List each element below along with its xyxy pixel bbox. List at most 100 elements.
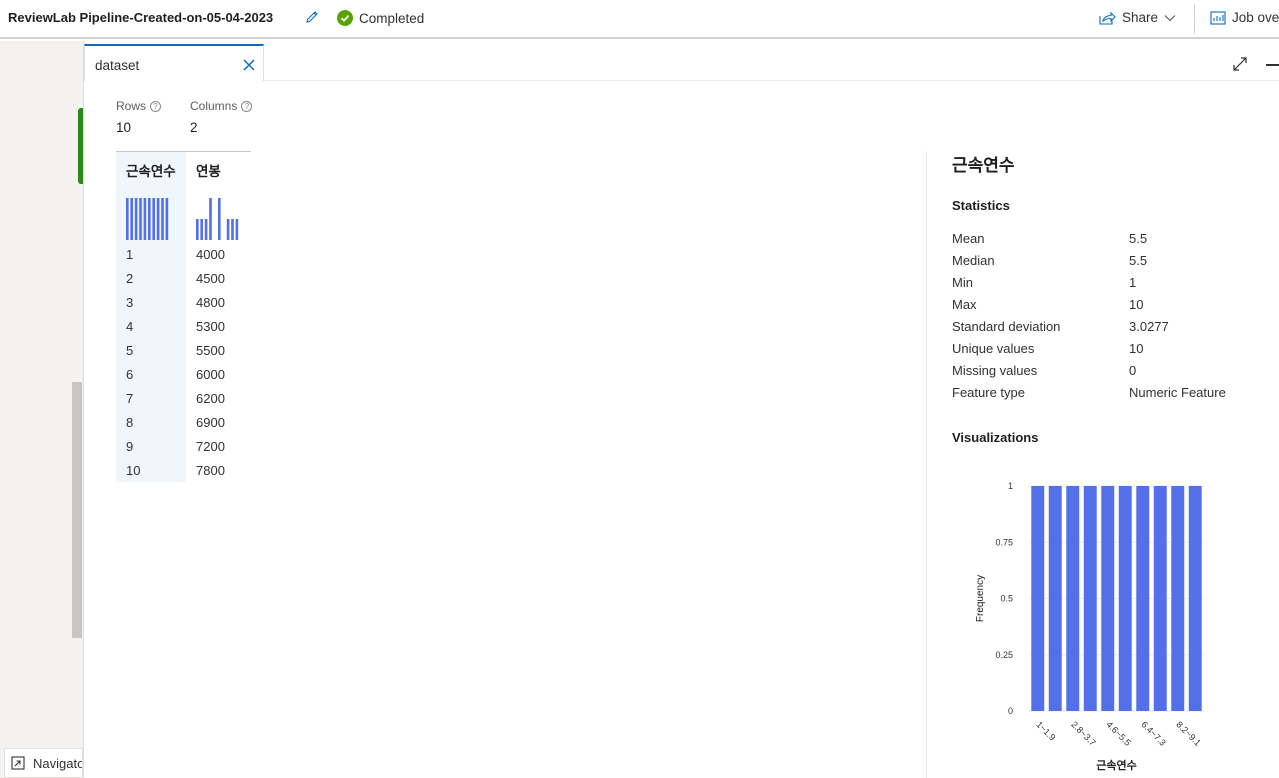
- table-cell: 9: [126, 439, 134, 454]
- job-overview-button[interactable]: Job ove: [1210, 10, 1279, 25]
- x-tick-label: 4.6~5.5: [1104, 719, 1132, 747]
- histogram-bar[interactable]: [1031, 486, 1045, 711]
- y-tick-label: 0.75: [995, 537, 1013, 547]
- sparkline-bar: [235, 219, 239, 240]
- x-tick-label: 6.4~7.3: [1139, 719, 1167, 747]
- stat-value: 10: [1129, 297, 1144, 312]
- stat-value: 10: [1129, 341, 1144, 356]
- stat-value: 0: [1129, 363, 1137, 378]
- check-circle-icon: [337, 10, 353, 26]
- status-badge: Completed: [337, 10, 424, 26]
- table-cell: 5300: [196, 319, 225, 334]
- table-cell: 3: [126, 295, 134, 310]
- table-cell: 7800: [196, 463, 225, 478]
- rows-value: 10: [116, 120, 132, 135]
- stat-value: Numeric Feature: [1129, 385, 1226, 400]
- table-cell: 5: [126, 343, 134, 358]
- share-button[interactable]: Share: [1099, 10, 1182, 25]
- columns-label-text: Columns: [190, 99, 238, 113]
- histogram-bar[interactable]: [1136, 486, 1150, 711]
- stat-label: Unique values: [952, 341, 1035, 356]
- histogram-bar[interactable]: [1101, 486, 1115, 711]
- column-2-sparkline: [196, 198, 239, 240]
- sparkline-bar: [200, 219, 203, 240]
- close-icon[interactable]: [243, 59, 255, 71]
- sparkline-bar: [143, 198, 147, 240]
- table-cell: 6900: [196, 415, 225, 430]
- y-tick-label: 0.25: [995, 650, 1013, 660]
- share-label: Share: [1122, 10, 1159, 25]
- expand-icon[interactable]: [1233, 57, 1247, 71]
- y-tick-label: 1: [1008, 481, 1013, 491]
- table-cell: 1: [126, 247, 134, 262]
- column-1-sparkline: [126, 198, 169, 240]
- edit-pencil-icon[interactable]: [304, 9, 320, 25]
- pipeline-title: ReviewLab Pipeline-Created-on-05-04-2023: [8, 10, 274, 25]
- chevron-down-icon: [1164, 14, 1176, 21]
- table-cell: 10: [126, 463, 141, 478]
- histogram-chart: 0 0.25 0.5 0.75 1 1~1.9 2.8~3.7 4.6~5.5 6.4~7.3 8…: [975, 481, 1204, 772]
- sparkline-bar: [209, 198, 212, 240]
- sparkline-bar: [165, 198, 169, 240]
- panel-tab-bar: dataset: [84, 41, 1279, 81]
- job-overview-icon: [1210, 10, 1226, 25]
- y-tick-label: 0: [1008, 706, 1013, 716]
- statistics-heading: Statistics: [952, 198, 1010, 213]
- table-cell: 2: [126, 271, 134, 286]
- help-icon[interactable]: ?: [150, 100, 162, 112]
- table-cell: 6000: [196, 367, 225, 382]
- minimize-icon[interactable]: [1266, 64, 1279, 66]
- stat-label: Max: [952, 297, 977, 312]
- navigator-label: Navigato: [33, 755, 83, 771]
- navigator-icon: [11, 756, 25, 770]
- sparkline-bar: [204, 219, 208, 240]
- sparkline-bar: [218, 198, 221, 240]
- sparkline-bar: [156, 198, 160, 240]
- histogram-bar[interactable]: [1188, 486, 1202, 711]
- sparkline-bar: [126, 198, 129, 240]
- stat-label: Standard deviation: [952, 319, 1061, 334]
- column-header-1[interactable]: 근속연수: [126, 160, 176, 180]
- sparkline-bar: [139, 198, 142, 240]
- tab-label: dataset: [95, 58, 140, 73]
- histogram-bar[interactable]: [1048, 486, 1062, 711]
- navigator-button[interactable]: Navigato: [4, 748, 83, 778]
- pipeline-canvas[interactable]: [0, 41, 83, 778]
- help-icon[interactable]: ?: [241, 100, 253, 112]
- stat-value: 5.5: [1129, 231, 1148, 246]
- panel-divider: [926, 151, 927, 778]
- rows-label-text: Rows: [116, 99, 147, 113]
- share-icon: [1099, 11, 1116, 25]
- sparkline-bar: [134, 198, 138, 240]
- sparkline-bar: [231, 219, 234, 240]
- canvas-scrollbar[interactable]: [72, 382, 82, 638]
- x-tick-label: 2.8~3.7: [1069, 719, 1097, 747]
- column-header-2[interactable]: 연봉: [196, 160, 221, 180]
- stat-label: Min: [952, 275, 973, 290]
- sparkline-bar: [226, 219, 230, 240]
- toolbar-divider: [1194, 4, 1195, 34]
- table-cell: 6: [126, 367, 134, 382]
- top-bar: ReviewLab Pipeline-Created-on-05-04-2023…: [0, 0, 1279, 39]
- y-tick-label: 0.5: [1000, 594, 1013, 604]
- sparkline-bar: [148, 198, 151, 240]
- columns-label: Columns?: [190, 99, 253, 113]
- histogram-bar[interactable]: [1066, 486, 1080, 711]
- histogram-bar[interactable]: [1118, 486, 1132, 711]
- dataset-panel: dataset Rows? 10 Columns? 2 근속연수 연봉 1 400…: [83, 41, 1279, 778]
- table-cell: 8: [126, 415, 134, 430]
- job-overview-label: Job ove: [1232, 10, 1279, 25]
- stat-label: Median: [952, 253, 995, 268]
- histogram-bar[interactable]: [1171, 486, 1185, 711]
- histogram-bar[interactable]: [1153, 486, 1167, 711]
- status-text: Completed: [359, 10, 425, 26]
- tab-dataset[interactable]: dataset: [84, 44, 264, 81]
- table-cell: 7200: [196, 439, 225, 454]
- table-cell: 6200: [196, 391, 225, 406]
- stat-label: Missing values: [952, 363, 1038, 378]
- visualizations-heading: Visualizations: [952, 430, 1039, 445]
- histogram-bar[interactable]: [1083, 486, 1097, 711]
- table-cell: 4500: [196, 271, 225, 286]
- y-axis-label: Frequency: [975, 575, 986, 622]
- column-details-title: 근속연수: [952, 156, 1015, 175]
